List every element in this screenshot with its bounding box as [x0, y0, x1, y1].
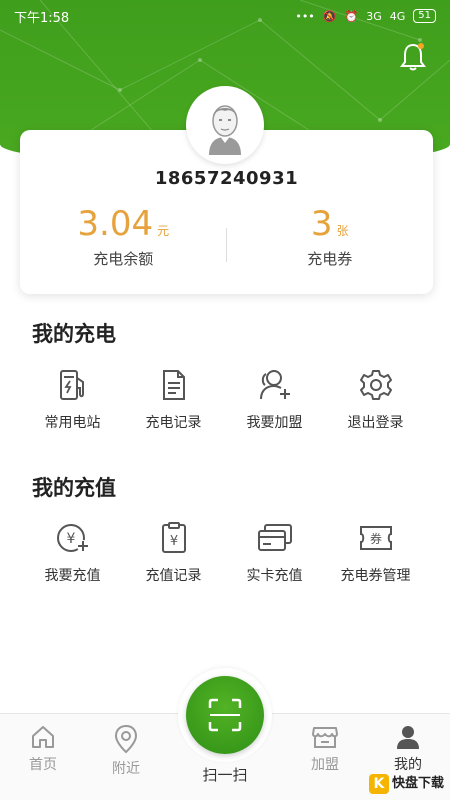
balance-stat[interactable]: 3.04 元 充电余额	[20, 204, 227, 269]
recharge-grid: ¥ 我要充值 ¥ 充值记录 实卡充值 券 充电券管理	[22, 521, 426, 585]
yuan-add-icon: ¥	[56, 524, 89, 552]
tab-home[interactable]: 首页	[8, 724, 78, 774]
logout-button[interactable]: 退出登录	[325, 368, 426, 432]
balance-label: 充电余额	[93, 250, 154, 268]
bell-icon[interactable]	[398, 40, 428, 72]
status-bar: 下午1:58 ••• 🔕 ⏰ 3G 4G 51	[0, 0, 450, 32]
scan-icon	[208, 698, 242, 732]
home-icon	[32, 726, 54, 748]
favorite-stations-label: 常用电站	[44, 415, 101, 431]
coupon-value: 3	[310, 204, 333, 244]
scan-label: 扫一扫	[202, 766, 248, 784]
tab-nearby[interactable]: 附近	[91, 724, 161, 778]
card-recharge-button[interactable]: 实卡充值	[224, 521, 325, 585]
svg-text:¥: ¥	[66, 531, 75, 547]
avatar[interactable]	[186, 86, 264, 164]
charging-records-button[interactable]: 充电记录	[123, 368, 224, 432]
watermark-logo: K 快盘下载	[368, 774, 444, 794]
tab-mine-label: 我的	[394, 757, 422, 773]
svg-text:券: 券	[369, 531, 381, 546]
tab-join[interactable]: 加盟	[290, 724, 360, 774]
location-pin-icon	[114, 724, 138, 754]
coupon-management-label: 充电券管理	[340, 568, 411, 584]
recharge-button[interactable]: ¥ 我要充值	[22, 521, 123, 585]
watermark-text: 快盘下载	[391, 776, 444, 791]
avatar-icon	[209, 105, 241, 155]
join-button[interactable]: 我要加盟	[224, 368, 325, 432]
mute-icon: 🔕	[322, 9, 337, 23]
coupon-icon: 券	[359, 526, 392, 550]
tab-join-label: 加盟	[311, 757, 339, 773]
tab-home-label: 首页	[29, 757, 57, 773]
signal-4g: 4G	[389, 9, 406, 23]
card-recharge-label: 实卡充值	[246, 568, 303, 584]
battery-indicator: 51	[413, 9, 436, 23]
recharge-records-button[interactable]: ¥ 充值记录	[123, 521, 224, 585]
charging-grid: 常用电站 充电记录 我要加盟 退出登录	[22, 368, 426, 432]
document-icon	[162, 370, 185, 400]
more-dots-icon: •••	[295, 9, 315, 23]
scan-button-wrapper	[178, 668, 272, 762]
join-label: 我要加盟	[246, 415, 303, 431]
store-icon	[312, 727, 338, 748]
phone-number: 18657240931	[154, 168, 299, 189]
user-icon	[397, 726, 419, 749]
add-user-icon	[259, 370, 290, 400]
settings-icon	[359, 370, 392, 400]
section-title-recharge: 我的充值	[32, 476, 116, 500]
coupon-label: 充电券	[307, 250, 353, 268]
coupon-management-button[interactable]: 券 充电券管理	[325, 521, 426, 585]
logout-label: 退出登录	[347, 415, 404, 431]
favorite-stations-button[interactable]: 常用电站	[22, 368, 123, 432]
balance-unit: 元	[157, 224, 170, 238]
charging-station-icon	[59, 370, 84, 400]
scan-button[interactable]	[186, 676, 264, 754]
recharge-label: 我要充值	[44, 568, 101, 584]
coupon-unit: 张	[336, 224, 349, 238]
status-time: 下午1:58	[14, 10, 70, 26]
tab-mine[interactable]: 我的	[373, 724, 443, 774]
watermark-k-icon: K	[368, 774, 389, 794]
card-icon	[257, 524, 292, 551]
receipt-icon: ¥	[161, 522, 186, 553]
alarm-icon: ⏰	[344, 9, 359, 23]
recharge-records-label: 充值记录	[145, 568, 202, 584]
section-title-charging: 我的充电	[32, 322, 116, 346]
balance-value: 3.04	[77, 204, 154, 244]
charging-records-label: 充电记录	[145, 415, 202, 431]
tab-nearby-label: 附近	[112, 761, 140, 777]
coupon-stat[interactable]: 3张 充电券	[227, 204, 434, 269]
svg-text:¥: ¥	[169, 534, 177, 549]
signal-3g: 3G	[366, 9, 382, 23]
